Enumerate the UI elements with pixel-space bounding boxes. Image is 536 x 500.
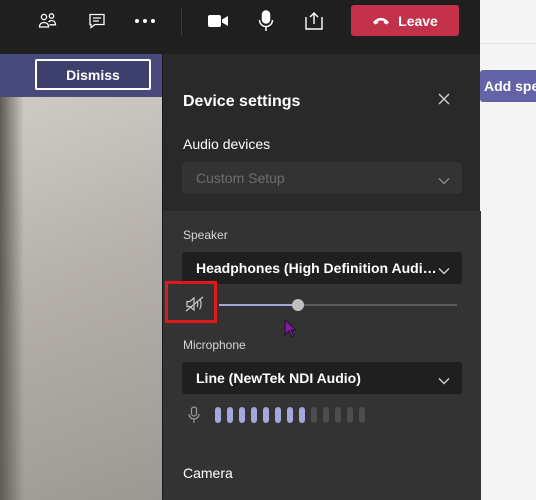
audio-device-select[interactable]: Custom Setup [182, 162, 462, 194]
divider [480, 43, 536, 44]
microphone-level-meter [215, 407, 365, 423]
dismiss-button[interactable]: Dismiss [35, 59, 151, 90]
camera-icon[interactable] [205, 8, 231, 34]
microphone-level-icon [188, 406, 200, 429]
microphone-select[interactable]: Line (NewTek NDI Audio) [182, 362, 462, 394]
highlight-annotation-box [165, 281, 217, 323]
device-settings-panel: Device settings Audio devices Custom Set… [162, 54, 481, 500]
microphone-label: Microphone [183, 338, 246, 352]
background-app-strip: Add spe [480, 0, 536, 500]
mic-level-bar [227, 407, 233, 423]
mouse-cursor-icon [284, 318, 298, 344]
hang-up-icon [372, 13, 390, 29]
share-screen-icon[interactable] [301, 8, 327, 34]
mic-level-bar [275, 407, 281, 423]
panel-title: Device settings [183, 93, 301, 110]
participants-icon[interactable] [35, 8, 61, 34]
video-feed [0, 97, 162, 500]
chat-icon[interactable] [84, 8, 110, 34]
mic-level-bar [239, 407, 245, 423]
meeting-toolbar: Leave [0, 0, 480, 42]
toolbar-divider [181, 8, 182, 36]
speaker-select[interactable]: Headphones (High Definition Audio Device… [182, 252, 462, 284]
microphone-value: Line (NewTek NDI Audio) [196, 370, 361, 386]
mic-level-bar [335, 407, 341, 423]
leave-button[interactable]: Leave [351, 5, 459, 36]
audio-device-value: Custom Setup [196, 170, 285, 186]
mic-level-bar [359, 407, 365, 423]
chevron-down-icon [438, 172, 450, 188]
speaker-volume-thumb[interactable] [291, 299, 304, 311]
video-feed-shadow [0, 97, 24, 500]
speaker-volume-slider[interactable] [219, 299, 457, 311]
mic-level-bar [251, 407, 257, 423]
chevron-down-icon [438, 262, 450, 278]
mic-level-bar [347, 407, 353, 423]
mic-level-bar [323, 407, 329, 423]
audio-devices-label: Audio devices [183, 136, 271, 152]
mic-level-bar [311, 407, 317, 423]
speaker-label: Speaker [183, 228, 228, 242]
add-speaker-button[interactable]: Add spe [480, 70, 536, 102]
camera-label: Camera [183, 465, 233, 481]
leave-button-label: Leave [398, 12, 438, 29]
mic-level-bar [263, 407, 269, 423]
mic-level-bar [299, 407, 305, 423]
mic-level-bar [215, 407, 221, 423]
speaker-volume-fill [219, 304, 298, 306]
chevron-down-icon [438, 372, 450, 388]
close-icon[interactable] [438, 92, 454, 108]
more-options-icon[interactable] [132, 8, 158, 34]
speaker-value: Headphones (High Definition Audio Device… [196, 260, 438, 276]
microphone-icon[interactable] [253, 8, 279, 34]
mic-level-bar [287, 407, 293, 423]
